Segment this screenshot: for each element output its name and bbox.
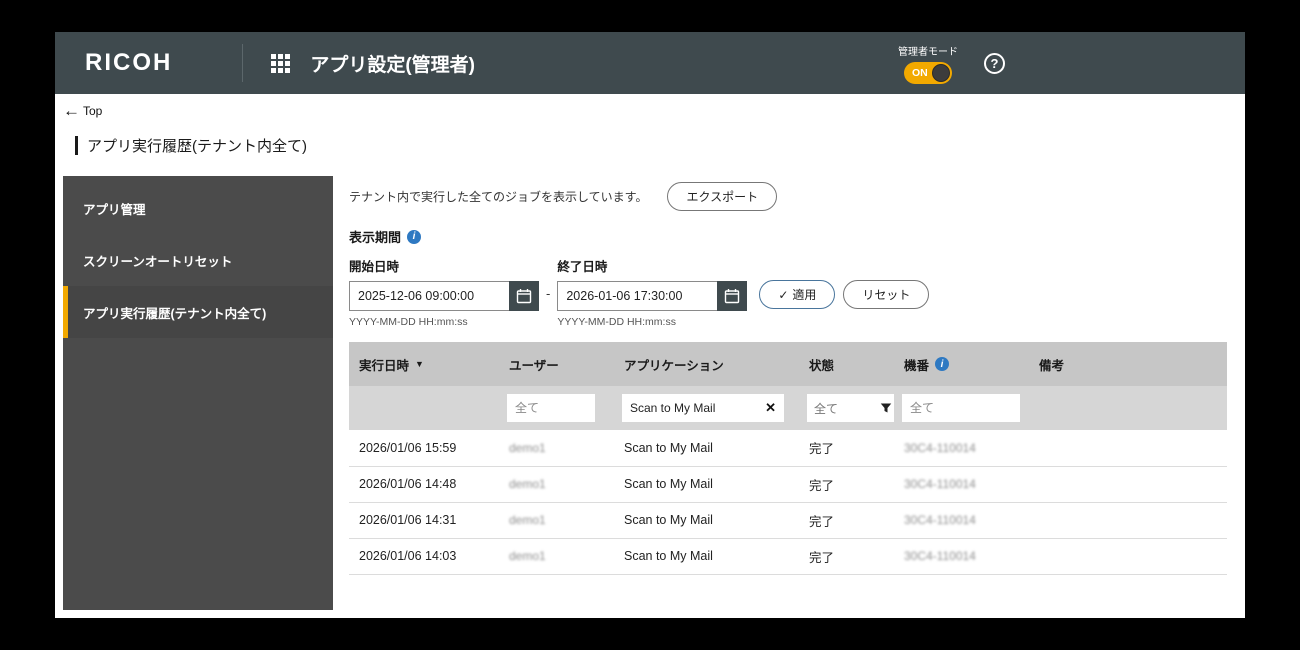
admin-mode-toggle[interactable]: ON bbox=[904, 62, 952, 84]
column-header-application: アプリケーション bbox=[614, 342, 799, 386]
sidebar-item-screen-auto-reset[interactable]: スクリーンオートリセット bbox=[63, 234, 333, 286]
apply-button[interactable]: ✓ 適用 bbox=[759, 280, 835, 309]
machine-info-icon[interactable]: i bbox=[935, 357, 949, 371]
calendar-icon bbox=[516, 288, 532, 304]
column-header-datetime[interactable]: 実行日時 ▼ bbox=[349, 342, 499, 386]
end-format-hint: YYYY-MM-DD HH:mm:ss bbox=[557, 316, 747, 328]
table-row: 2026/01/06 14:03 demo1 Scan to My Mail 完… bbox=[349, 538, 1227, 574]
date-range-separator: - bbox=[546, 286, 550, 301]
sidebar-item-app-execution-history[interactable]: アプリ実行履歴(テナント内全て) bbox=[63, 286, 333, 338]
description-text: テナント内で実行した全てのジョブを表示しています。 bbox=[349, 188, 647, 205]
start-calendar-button[interactable] bbox=[509, 281, 539, 311]
cell-user: demo1 bbox=[509, 513, 546, 527]
admin-mode-label: 管理者モード bbox=[898, 43, 958, 58]
cell-user: demo1 bbox=[509, 477, 546, 491]
cell-datetime: 2026/01/06 14:03 bbox=[349, 538, 499, 574]
check-icon: ✓ bbox=[778, 288, 788, 302]
cell-application: Scan to My Mail bbox=[614, 466, 799, 502]
status-filter-dropdown[interactable]: 全て bbox=[807, 394, 899, 422]
calendar-icon bbox=[724, 288, 740, 304]
export-button[interactable]: エクスポート bbox=[667, 182, 777, 211]
cell-application: Scan to My Mail bbox=[614, 538, 799, 574]
page-title: アプリ実行履歴(テナント内全て) bbox=[87, 135, 307, 156]
filter-cell-status: 全て bbox=[799, 386, 894, 430]
application-filter-input[interactable] bbox=[622, 394, 757, 422]
help-icon[interactable]: ? bbox=[984, 53, 1005, 74]
filter-cell-machine bbox=[894, 386, 1029, 430]
back-to-top-link[interactable]: ← Top bbox=[63, 102, 102, 119]
title-accent-bar bbox=[75, 136, 78, 155]
app-header: RICOH アプリ設定(管理者) 管理者モード ON ? bbox=[55, 32, 1245, 94]
app-window: RICOH アプリ設定(管理者) 管理者モード ON ? ← Top アプリ実行… bbox=[55, 32, 1245, 618]
cell-note bbox=[1029, 538, 1227, 574]
start-format-hint: YYYY-MM-DD HH:mm:ss bbox=[349, 316, 539, 328]
sort-desc-icon: ▼ bbox=[415, 359, 424, 369]
cell-status: 完了 bbox=[799, 466, 894, 502]
table-filter-row: ✕ 全て bbox=[349, 386, 1227, 430]
app-title: アプリ設定(管理者) bbox=[310, 50, 475, 77]
cell-note bbox=[1029, 466, 1227, 502]
filter-cell-application: ✕ bbox=[614, 386, 799, 430]
cell-note bbox=[1029, 430, 1227, 466]
admin-mode-group: 管理者モード ON bbox=[898, 43, 958, 84]
cell-application: Scan to My Mail bbox=[614, 502, 799, 538]
table-row: 2026/01/06 14:48 demo1 Scan to My Mail 完… bbox=[349, 466, 1227, 502]
cell-note bbox=[1029, 502, 1227, 538]
app-menu-grid-icon[interactable] bbox=[271, 54, 290, 73]
cell-machine: 30C4-110014 bbox=[904, 549, 976, 563]
filter-cell-note bbox=[1029, 386, 1227, 430]
execution-history-table: 実行日時 ▼ ユーザー アプリケーション 状態 機番 i bbox=[349, 342, 1227, 575]
period-info-icon[interactable]: i bbox=[407, 230, 421, 244]
back-label: Top bbox=[83, 104, 102, 118]
user-filter-input[interactable] bbox=[507, 394, 595, 422]
cell-datetime: 2026/01/06 14:31 bbox=[349, 502, 499, 538]
apply-label: 適用 bbox=[792, 286, 816, 303]
cell-machine: 30C4-110014 bbox=[904, 441, 976, 455]
column-header-machine: 機番 i bbox=[894, 342, 1029, 386]
filter-cell-datetime bbox=[349, 386, 499, 430]
column-header-note: 備考 bbox=[1029, 342, 1227, 386]
clear-filter-icon[interactable]: ✕ bbox=[757, 400, 784, 416]
header-divider bbox=[242, 44, 243, 82]
end-calendar-button[interactable] bbox=[717, 281, 747, 311]
content-area: ← Top アプリ実行履歴(テナント内全て) アプリ管理 スクリーンオートリセッ… bbox=[55, 94, 1245, 618]
sidebar: アプリ管理 スクリーンオートリセット アプリ実行履歴(テナント内全て) bbox=[63, 176, 333, 610]
cell-machine: 30C4-110014 bbox=[904, 513, 976, 527]
cell-status: 完了 bbox=[799, 430, 894, 466]
toggle-on-label: ON bbox=[912, 67, 928, 79]
machine-filter-input[interactable] bbox=[902, 394, 1020, 422]
filter-cell-user bbox=[499, 386, 614, 430]
header-right: 管理者モード ON ? bbox=[898, 43, 1005, 84]
cell-user: demo1 bbox=[509, 441, 546, 455]
column-header-user: ユーザー bbox=[499, 342, 614, 386]
back-arrow-icon: ← bbox=[63, 102, 80, 119]
cell-datetime: 2026/01/06 15:59 bbox=[349, 430, 499, 466]
sidebar-item-app-management[interactable]: アプリ管理 bbox=[63, 182, 333, 234]
table-row: 2026/01/06 14:31 demo1 Scan to My Mail 完… bbox=[349, 502, 1227, 538]
reset-button[interactable]: リセット bbox=[843, 280, 929, 309]
toggle-knob-icon bbox=[932, 64, 950, 82]
cell-datetime: 2026/01/06 14:48 bbox=[349, 466, 499, 502]
cell-machine: 30C4-110014 bbox=[904, 477, 976, 491]
cell-status: 完了 bbox=[799, 538, 894, 574]
end-datetime-input[interactable] bbox=[557, 281, 717, 311]
column-header-status: 状態 bbox=[799, 342, 894, 386]
start-datetime-input[interactable] bbox=[349, 281, 509, 311]
start-datetime-label: 開始日時 bbox=[349, 256, 539, 275]
filter-funnel-icon bbox=[880, 402, 892, 414]
main-panel: テナント内で実行した全てのジョブを表示しています。 エクスポート 表示期間 i … bbox=[333, 176, 1237, 618]
cell-status: 完了 bbox=[799, 502, 894, 538]
table-row: 2026/01/06 15:59 demo1 Scan to My Mail 完… bbox=[349, 430, 1227, 466]
cell-application: Scan to My Mail bbox=[614, 430, 799, 466]
page-title-row: アプリ実行履歴(テナント内全て) bbox=[75, 135, 1237, 156]
end-datetime-label: 終了日時 bbox=[557, 256, 747, 275]
ricoh-logo: RICOH bbox=[55, 49, 242, 77]
table-header-row: 実行日時 ▼ ユーザー アプリケーション 状態 機番 i bbox=[349, 342, 1227, 386]
cell-user: demo1 bbox=[509, 549, 546, 563]
display-period-label: 表示期間 bbox=[349, 227, 401, 246]
